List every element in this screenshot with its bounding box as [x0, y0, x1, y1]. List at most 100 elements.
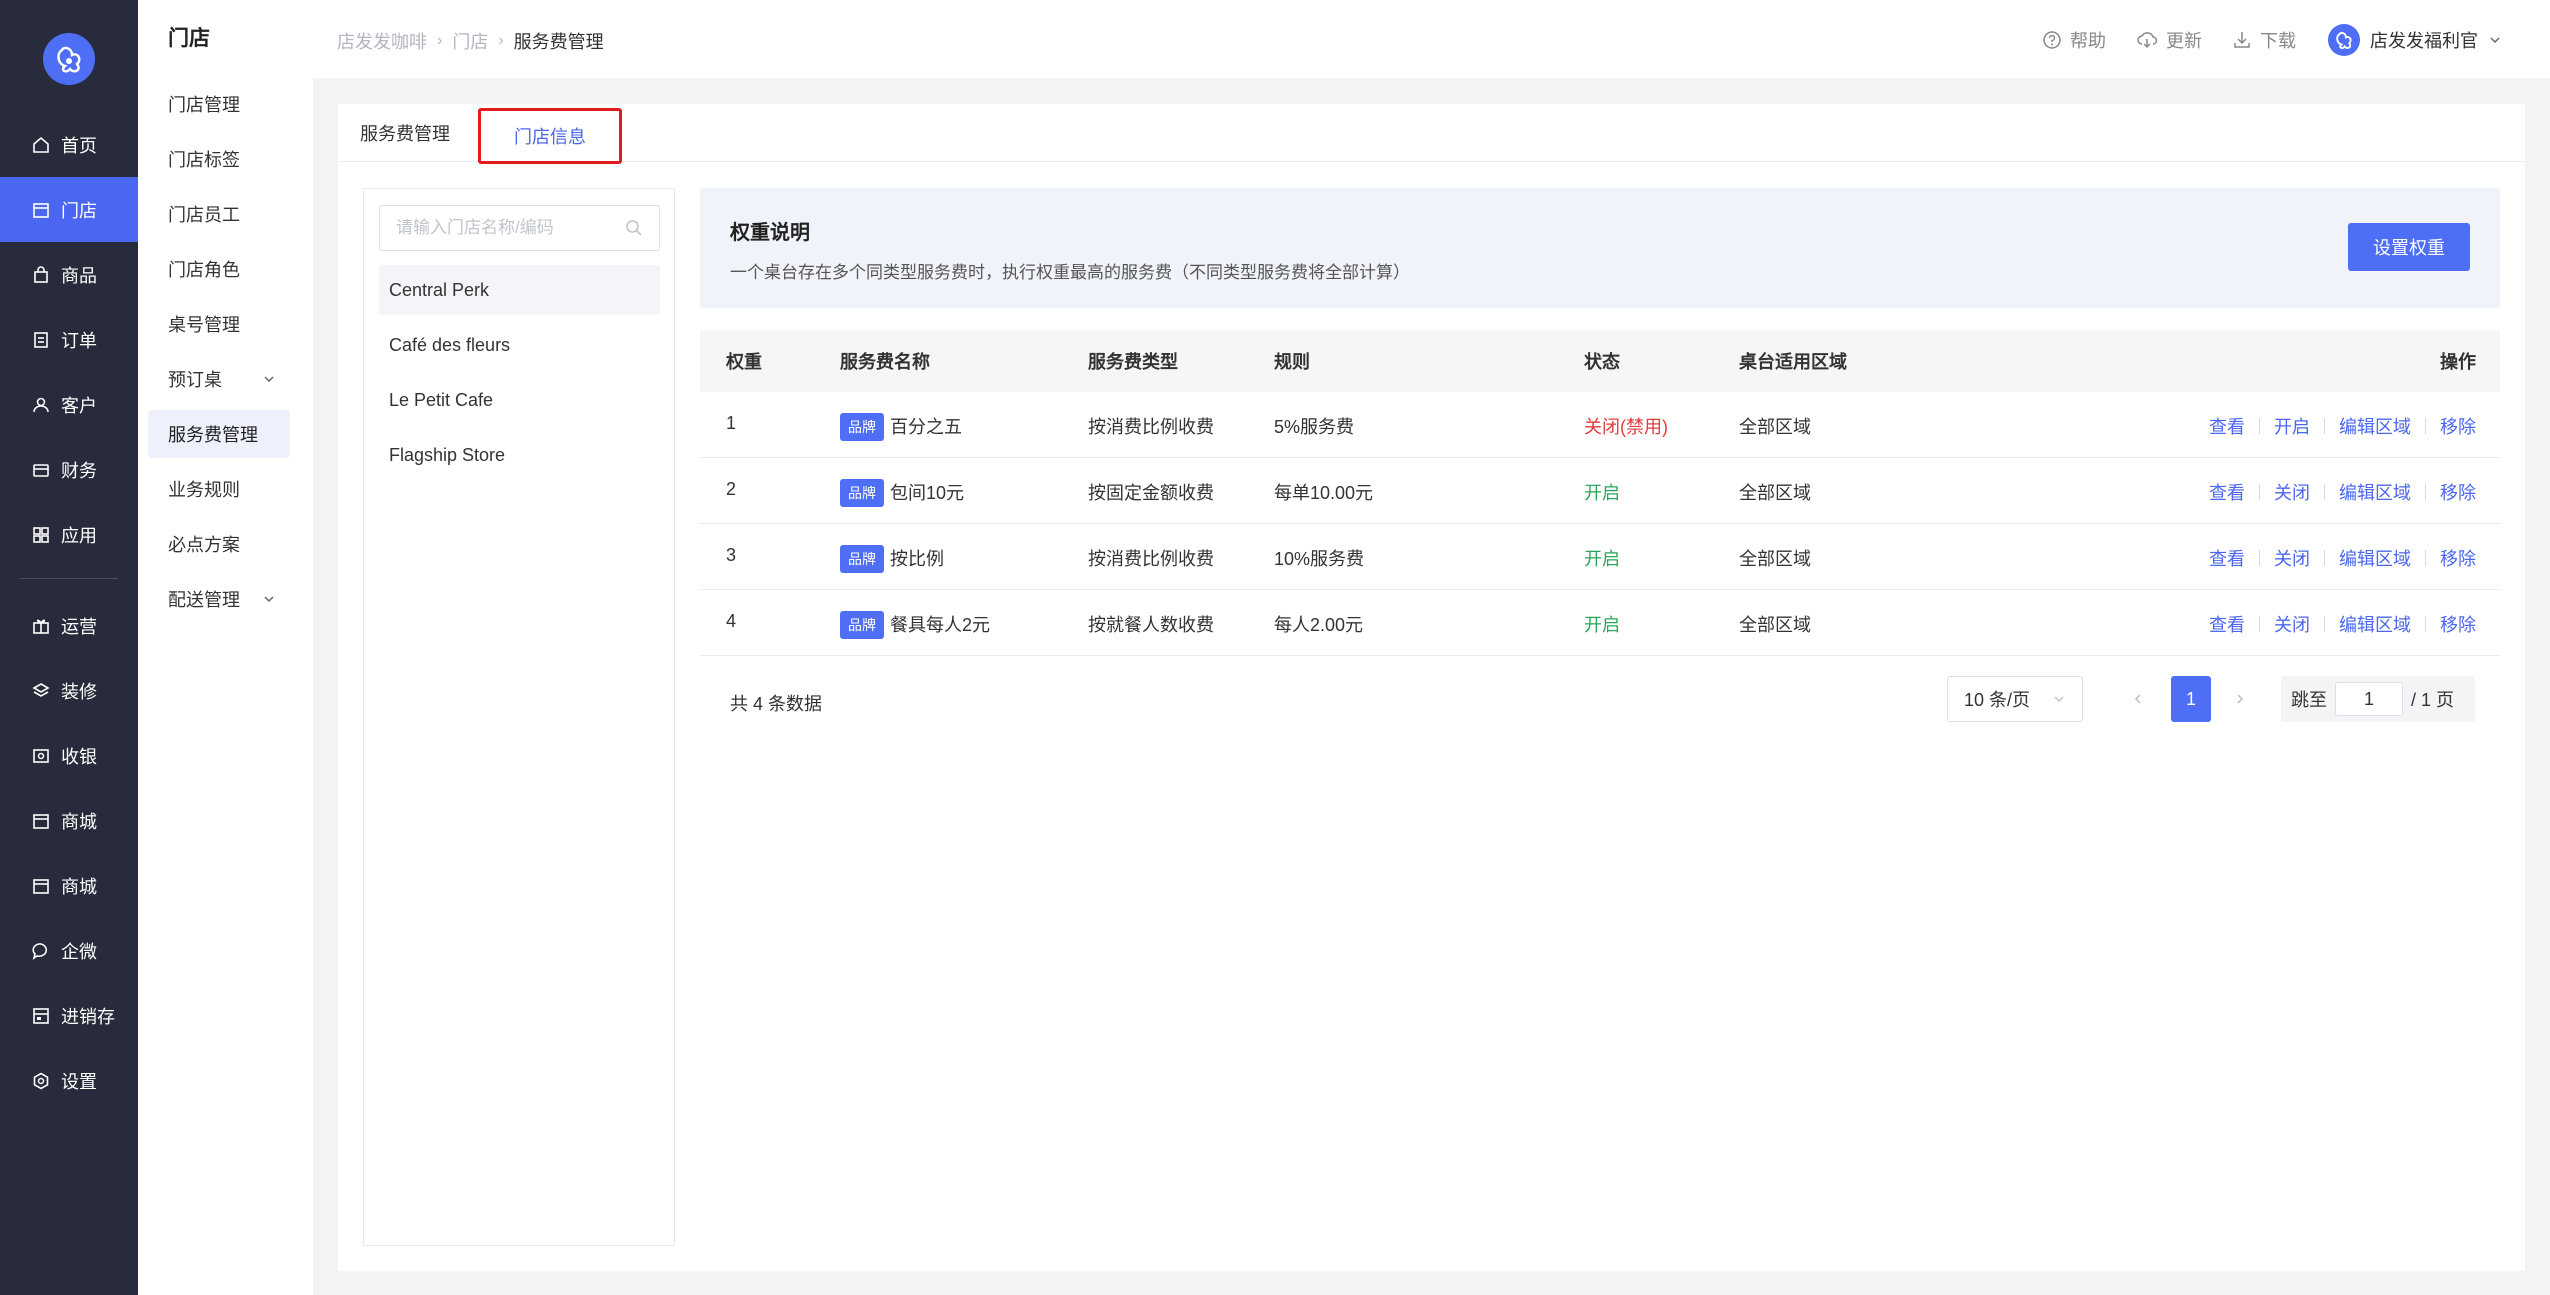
- search-icon[interactable]: [625, 219, 643, 237]
- column-header-area: 桌台适用区域: [1739, 352, 1847, 372]
- divider: [2259, 484, 2260, 500]
- cell-area: 全部区域: [1739, 615, 1811, 635]
- rail-item-cashier[interactable]: 收银: [0, 723, 138, 788]
- page-size-select[interactable]: 10 条/页: [1947, 676, 2083, 722]
- tab-store-info[interactable]: 门店信息: [478, 108, 622, 164]
- row-actions: 查看 关闭 编辑区域 移除: [2209, 479, 2476, 505]
- cloud-download-icon: [2136, 30, 2158, 50]
- download-label: 下载: [2260, 31, 2296, 51]
- breadcrumb-item[interactable]: 门店: [452, 28, 488, 54]
- app-logo[interactable]: [43, 33, 95, 85]
- set-weight-button[interactable]: 设置权重: [2348, 223, 2470, 271]
- total-count: 共 4 条数据: [730, 694, 823, 714]
- store-list-item[interactable]: Central Perk: [379, 265, 660, 315]
- user-menu[interactable]: 店发发福利官: [2328, 24, 2502, 56]
- sub-nav-item-service-fee[interactable]: 服务费管理: [148, 410, 290, 458]
- fee-name: 包间10元: [890, 483, 965, 503]
- rail-item-decoration[interactable]: 装修: [0, 658, 138, 723]
- breadcrumb-separator: ›: [498, 32, 504, 49]
- rail-item-goods[interactable]: 商品: [0, 242, 138, 307]
- edit-area-link[interactable]: 编辑区域: [2339, 611, 2411, 637]
- store-icon: [31, 200, 51, 220]
- prev-page-button[interactable]: [2123, 676, 2153, 722]
- total-pages-label: / 1 页: [2411, 690, 2455, 710]
- sub-nav-item-delivery[interactable]: 配送管理: [148, 575, 290, 623]
- cell-rule: 10%服务费: [1274, 549, 1365, 569]
- breadcrumb-item[interactable]: 店发发咖啡: [337, 28, 427, 54]
- store-list-item[interactable]: Café des fleurs: [379, 320, 660, 370]
- bag-icon: [31, 265, 51, 285]
- sub-nav-item-store-roles[interactable]: 门店角色: [148, 245, 290, 293]
- remove-link[interactable]: 移除: [2440, 413, 2476, 439]
- rail-item-store[interactable]: 门店: [0, 177, 138, 242]
- sub-nav-item-table-numbers[interactable]: 桌号管理: [148, 300, 290, 348]
- sub-nav-item-label: 配送管理: [168, 590, 240, 610]
- view-link[interactable]: 查看: [2209, 611, 2245, 637]
- download-button[interactable]: 下载: [2232, 27, 2296, 53]
- column-header-actions: 操作: [2440, 352, 2476, 372]
- remove-link[interactable]: 移除: [2440, 545, 2476, 571]
- breadcrumb-current: 服务费管理: [513, 32, 604, 52]
- brand-tag: 品牌: [840, 611, 884, 639]
- sub-nav-item-store-management[interactable]: 门店管理: [148, 80, 290, 128]
- cell-area: 全部区域: [1739, 483, 1811, 503]
- column-header-type: 服务费类型: [1088, 352, 1178, 372]
- sub-nav-item-reservations[interactable]: 预订桌: [148, 355, 290, 403]
- sub-nav-item-store-tags[interactable]: 门店标签: [148, 135, 290, 183]
- sub-nav-title: 门店: [168, 27, 210, 50]
- page-jumper: 跳至 / 1 页: [2281, 676, 2475, 722]
- table-row: 1 品牌 百分之五 按消费比例收费 5%服务费 关闭(禁用) 全部区域 查看 开启…: [700, 392, 2500, 458]
- rail-item-label: 商城: [61, 876, 97, 897]
- gift-icon: [31, 616, 51, 636]
- rail-item-mall-1[interactable]: 商城: [0, 788, 138, 853]
- sub-nav-item-label: 预订桌: [168, 370, 222, 390]
- rail-item-orders[interactable]: 订单: [0, 307, 138, 372]
- sub-nav-item-label: 门店管理: [168, 95, 240, 115]
- divider: [2324, 616, 2325, 632]
- view-link[interactable]: 查看: [2209, 545, 2245, 571]
- rail-item-mall-2[interactable]: 商城: [0, 853, 138, 918]
- toggle-link[interactable]: 关闭: [2274, 545, 2310, 571]
- rail-item-inventory[interactable]: 进销存: [0, 983, 138, 1048]
- remove-link[interactable]: 移除: [2440, 611, 2476, 637]
- toggle-link[interactable]: 开启: [2274, 413, 2310, 439]
- rail-item-apps[interactable]: 应用: [0, 502, 138, 567]
- jump-page-input[interactable]: [2335, 682, 2403, 716]
- next-page-button[interactable]: [2225, 676, 2255, 722]
- rail-item-label: 运营: [61, 616, 97, 637]
- rail-item-customers[interactable]: 客户: [0, 372, 138, 437]
- weight-info-title: 权重说明: [730, 222, 810, 244]
- store-list-item[interactable]: Le Petit Cafe: [379, 375, 660, 425]
- view-link[interactable]: 查看: [2209, 413, 2245, 439]
- status-badge: 开启: [1584, 483, 1620, 503]
- status-badge: 关闭(禁用): [1584, 417, 1668, 437]
- rail-item-label: 装修: [61, 681, 97, 702]
- page-number-current[interactable]: 1: [2171, 676, 2211, 722]
- rail-item-settings[interactable]: 设置: [0, 1048, 138, 1113]
- store-search-input[interactable]: [396, 218, 625, 238]
- content-card: 服务费管理 门店信息 Central Perk Café des fleurs …: [338, 104, 2525, 1271]
- cell-type: 按就餐人数收费: [1088, 615, 1214, 635]
- sub-nav-item-required-items[interactable]: 必点方案: [148, 520, 290, 568]
- store-list-item[interactable]: Flagship Store: [379, 430, 660, 480]
- edit-area-link[interactable]: 编辑区域: [2339, 479, 2411, 505]
- rail-item-operations[interactable]: 运营: [0, 593, 138, 658]
- cashier-icon: [31, 746, 51, 766]
- edit-area-link[interactable]: 编辑区域: [2339, 413, 2411, 439]
- row-actions: 查看 关闭 编辑区域 移除: [2209, 545, 2476, 571]
- sub-nav-item-store-staff[interactable]: 门店员工: [148, 190, 290, 238]
- rail-item-label: 客户: [61, 395, 97, 416]
- edit-area-link[interactable]: 编辑区域: [2339, 545, 2411, 571]
- rail-item-wecom[interactable]: 企微: [0, 918, 138, 983]
- rail-item-home[interactable]: 首页: [0, 112, 138, 177]
- toggle-link[interactable]: 关闭: [2274, 479, 2310, 505]
- view-link[interactable]: 查看: [2209, 479, 2245, 505]
- help-button[interactable]: 帮助: [2042, 27, 2106, 53]
- toggle-link[interactable]: 关闭: [2274, 611, 2310, 637]
- sub-nav-item-business-rules[interactable]: 业务规则: [148, 465, 290, 513]
- tab-service-fee[interactable]: 服务费管理: [356, 104, 454, 162]
- update-button[interactable]: 更新: [2136, 27, 2202, 53]
- cell-weight: 4: [726, 611, 737, 631]
- remove-link[interactable]: 移除: [2440, 479, 2476, 505]
- rail-item-finance[interactable]: 财务: [0, 437, 138, 502]
